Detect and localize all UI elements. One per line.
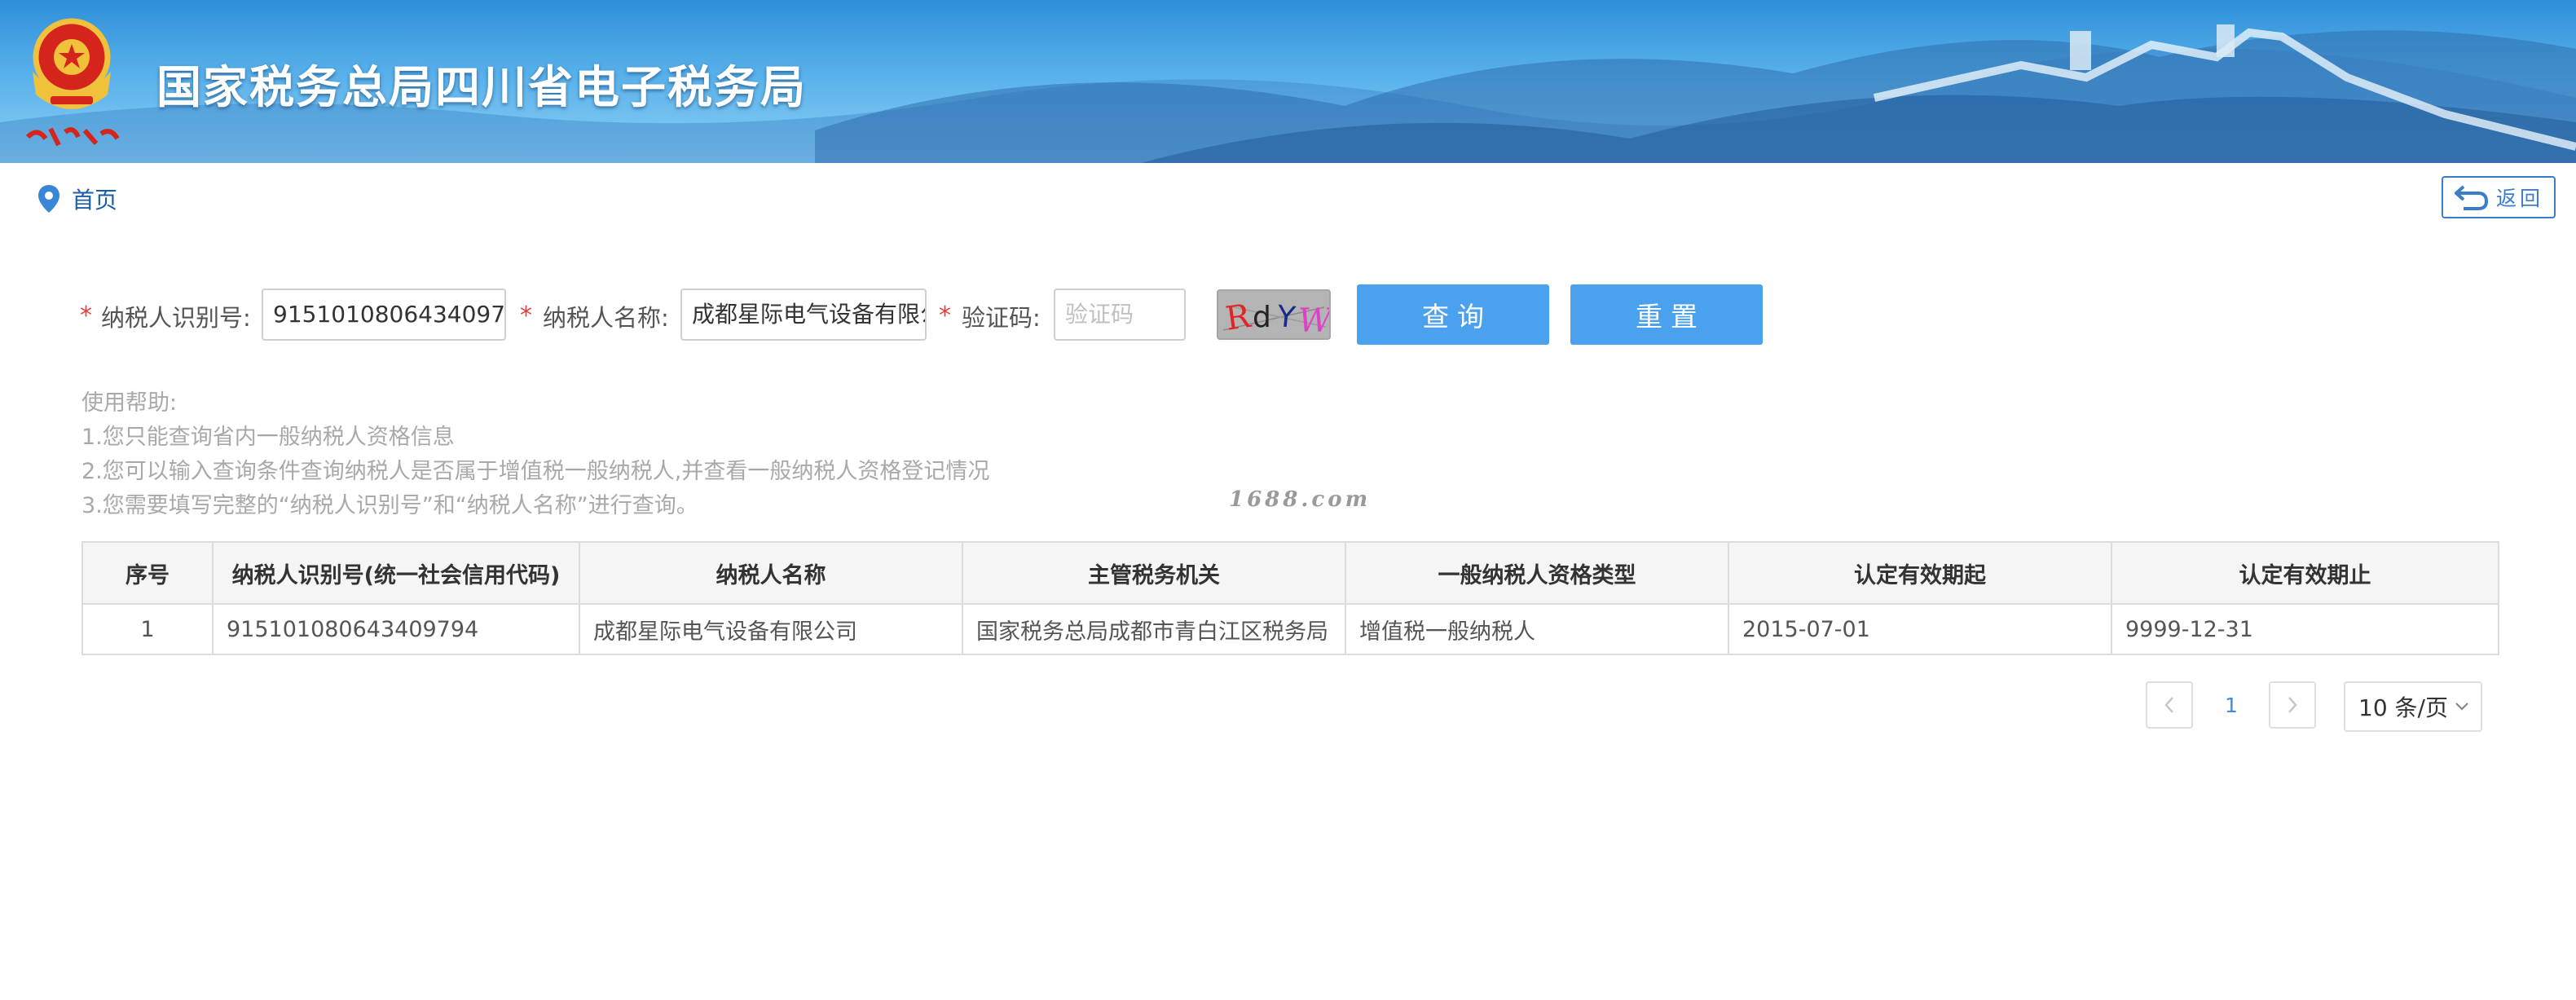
page-number-current[interactable]: 1 [2212, 681, 2251, 729]
captcha-char-1: R [1223, 297, 1254, 338]
help-line-1: 1.您只能查询省内一般纳税人资格信息 [81, 425, 455, 450]
cell-tax-authority: 国家税务总局成都市青白江区税务局 [962, 603, 1346, 655]
prev-page-button[interactable] [2146, 681, 2193, 729]
captcha-char-2: d [1253, 301, 1271, 334]
cell-qualification-type: 增值税一般纳税人 [1345, 603, 1729, 655]
chevron-right-icon [2288, 697, 2297, 713]
query-button[interactable]: 查询 [1357, 284, 1549, 345]
table-header-row: 序号 纳税人识别号(统一社会信用代码) 纳税人名称 主管税务机关 一般纳税人资格… [81, 541, 2499, 605]
column-header-valid-to: 认定有效期止 [2111, 541, 2499, 605]
help-section: 使用帮助: 1.您只能查询省内一般纳税人资格信息 2.您可以输入查询条件查询纳税… [81, 386, 989, 523]
header-banner: 国家税务总局四川省电子税务局 [0, 0, 2576, 163]
column-header-valid-from: 认定有效期起 [1728, 541, 2112, 605]
required-mark-taxpayer-name: * [520, 302, 532, 330]
cell-taxpayer-id: 915101080643409794 [212, 603, 580, 655]
cell-valid-to: 9999-12-31 [2111, 603, 2499, 655]
captcha-image[interactable]: R d Y W [1217, 289, 1331, 340]
taxpayer-name-input[interactable]: 成都星际电气设备有限公司 [680, 289, 927, 341]
result-table: 序号 纳税人识别号(统一社会信用代码) 纳税人名称 主管税务机关 一般纳税人资格… [81, 541, 2499, 655]
cell-taxpayer-name: 成都星际电气设备有限公司 [579, 603, 963, 655]
breadcrumb: 首页 [37, 183, 117, 215]
reset-button[interactable]: 重置 [1570, 284, 1763, 345]
table-row: 1 915101080643409794 成都星际电气设备有限公司 国家税务总局… [81, 603, 2499, 655]
taxpayer-id-label: 纳税人识别号: [101, 304, 251, 332]
page-size-label: 10 条/页 [2358, 694, 2448, 721]
next-page-button[interactable] [2269, 681, 2316, 729]
captcha-input[interactable]: 验证码 [1054, 289, 1186, 341]
page-size-select[interactable]: 10 条/页 [2344, 681, 2482, 732]
cell-valid-from: 2015-07-01 [1728, 603, 2112, 655]
cell-index: 1 [81, 603, 214, 655]
location-pin-icon [38, 185, 59, 213]
captcha-char-3: Y [1275, 300, 1297, 335]
taxpayer-name-label: 纳税人名称: [543, 304, 669, 332]
column-header-taxpayer-id: 纳税人识别号(统一社会信用代码) [212, 541, 580, 605]
column-header-qualification-type: 一般纳税人资格类型 [1345, 541, 1729, 605]
required-mark-taxpayer-id: * [80, 302, 92, 330]
tax-emblem-logo [25, 18, 120, 147]
captcha-label: 验证码: [962, 304, 1041, 332]
breadcrumb-home-link[interactable]: 首页 [72, 183, 117, 215]
column-header-index: 序号 [81, 541, 214, 605]
help-line-3: 3.您需要填写完整的“纳税人识别号”和“纳税人名称”进行查询。 [81, 493, 698, 518]
chevron-down-icon [2455, 703, 2468, 711]
help-title: 使用帮助: [81, 390, 178, 416]
column-header-tax-authority: 主管税务机关 [962, 541, 1346, 605]
site-title: 国家税务总局四川省电子税务局 [156, 61, 808, 113]
required-mark-captcha: * [939, 302, 951, 330]
return-arrow-icon [2454, 185, 2488, 210]
taxpayer-id-input[interactable]: 915101080643409794 [262, 289, 506, 341]
chevron-left-icon [2164, 697, 2173, 713]
column-header-taxpayer-name: 纳税人名称 [579, 541, 963, 605]
watermark-text: 1688.com [1229, 487, 1372, 512]
back-button-label: 返回 [2495, 187, 2543, 210]
back-button[interactable]: 返回 [2442, 176, 2556, 218]
help-line-2: 2.您可以输入查询条件查询纳税人是否属于增值税一般纳税人,并查看一般纳税人资格登… [81, 459, 990, 484]
captcha-char-4: W [1298, 302, 1331, 340]
